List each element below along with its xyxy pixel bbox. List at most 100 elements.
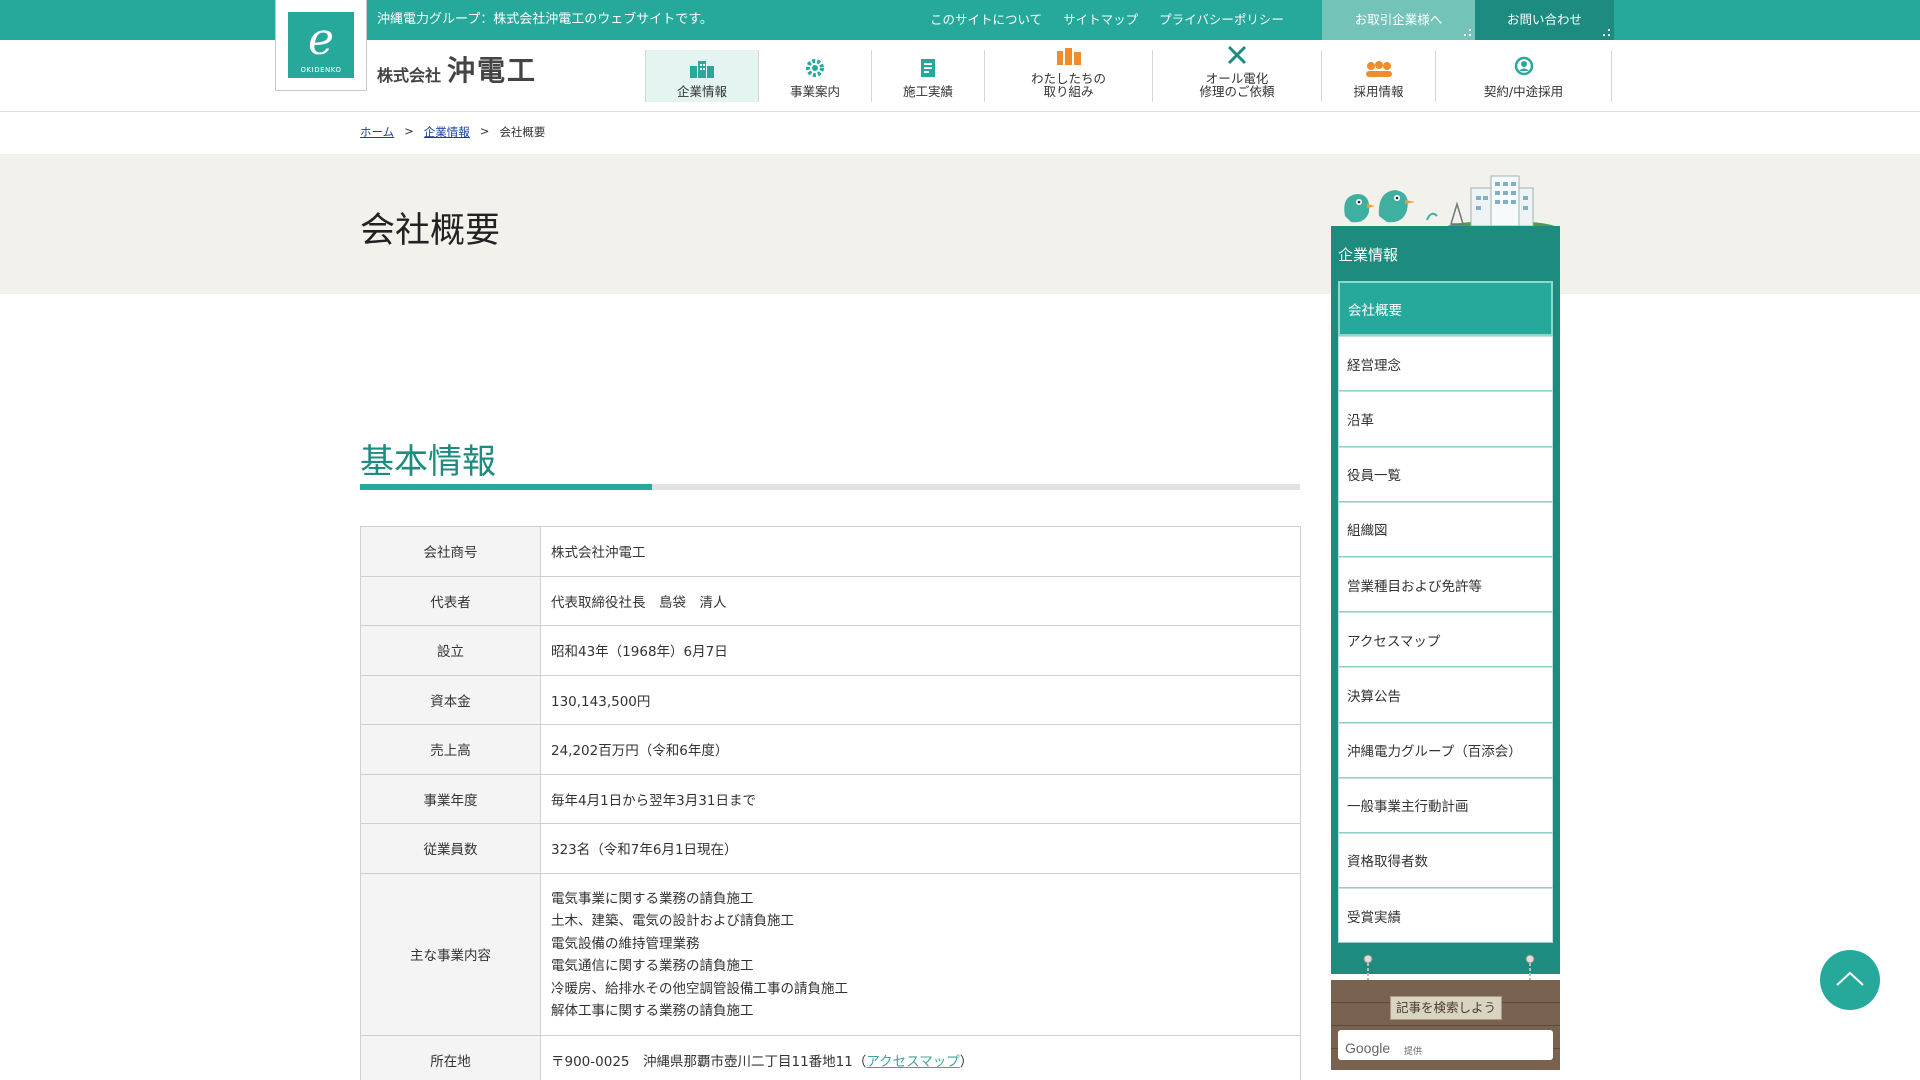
address-close: ）	[959, 1053, 974, 1070]
nav-works[interactable]: 施工実績	[872, 50, 985, 102]
search-input[interactable]: Google 提供	[1338, 1030, 1553, 1060]
nav-repair-request[interactable]: オール電化 修理のご依頼	[1153, 45, 1322, 102]
tools-icon	[1227, 45, 1247, 70]
nav-initiatives[interactable]: わたしたちの 取り組み	[985, 47, 1153, 102]
sidebar-item-action-plan[interactable]: 一般事業主行動計画	[1338, 777, 1553, 833]
nav-label: 事業案内	[789, 84, 840, 99]
row-label: 売上高	[360, 724, 541, 775]
sidebar-item-group[interactable]: 沖縄電力グループ（百添会）	[1338, 722, 1553, 778]
logo[interactable]: e OKIDENKO	[275, 0, 367, 91]
back-to-top-button[interactable]	[1820, 950, 1880, 1010]
about-site-link[interactable]: このサイトについて	[930, 0, 1042, 40]
top-links: このサイトについて サイトマップ プライバシーポリシー	[930, 0, 1284, 40]
row-value: 毎年4月1日から翌年3月31日まで	[540, 773, 1301, 824]
table-row: 設立 昭和43年（1968年）6月7日	[360, 625, 1301, 676]
row-value: 昭和43年（1968年）6月7日	[540, 625, 1301, 676]
title-band: 会社概要	[0, 154, 1920, 294]
business-line: 冷暖房、給排水その他空調管設備工事の請負施工	[551, 980, 848, 997]
sidebar-item-org-chart[interactable]: 組織図	[1338, 501, 1553, 557]
brand-name[interactable]: 株式会社 沖電工	[377, 56, 537, 86]
row-label: 資本金	[360, 674, 541, 725]
brand-main: 沖電工	[447, 54, 538, 87]
breadcrumb-separator: >	[404, 124, 414, 138]
search-board: 記事を検索しよう Google 提供	[1331, 980, 1560, 1070]
sidebar-item-access-map[interactable]: アクセスマップ	[1338, 612, 1553, 668]
birds-building-illustration-icon	[1344, 175, 1557, 234]
sidebar: 企業情報 会社概要 経営理念 沿革 役員一覧 組織図 営業種目および免許等 アク…	[1331, 226, 1560, 1000]
partner-button-label: お取引企業様へ	[1354, 12, 1443, 27]
table-row-business: 主な事業内容 電気事業に関する業務の請負施工 土木、建築、電気の設計および請負施…	[360, 872, 1301, 1036]
business-line: 電気事業に関する業務の請負施工	[551, 890, 754, 907]
corner-mark-icon	[1603, 29, 1610, 36]
section-underline	[360, 484, 1300, 490]
row-value: 代表取締役社長 島袋 清人	[540, 575, 1301, 626]
row-value: 24,202百万円（令和6年度）	[540, 724, 1301, 775]
sidebar-item-company-overview[interactable]: 会社概要	[1338, 281, 1553, 337]
group-icon	[1364, 60, 1394, 83]
table-row: 従業員数 323名（令和7年6月1日現在）	[360, 823, 1301, 874]
sidebar-item-awards[interactable]: 受賞実績	[1338, 888, 1553, 944]
sitemap-link[interactable]: サイトマップ	[1063, 0, 1138, 40]
table-row-address: 所在地 〒900-0025 沖縄県那覇市壺川二丁目11番地11（アクセスマップ）	[360, 1034, 1301, 1080]
sidebar-item-officers[interactable]: 役員一覧	[1338, 446, 1553, 502]
row-value: 323名（令和7年6月1日現在）	[540, 823, 1301, 874]
sidebar-item-philosophy[interactable]: 経営理念	[1338, 336, 1553, 392]
people-icon	[1055, 47, 1083, 70]
row-label: 会社商号	[360, 526, 541, 577]
row-label: 所在地	[360, 1034, 541, 1080]
breadcrumb: ホーム > 企業情報 > 会社概要	[360, 124, 545, 140]
search-sign: 記事を検索しよう	[1390, 996, 1502, 1020]
business-line: 解体工事に関する業務の請負施工	[551, 1003, 754, 1019]
table-row: 会社商号 株式会社沖電工	[360, 526, 1301, 577]
google-logo: Google	[1345, 1040, 1391, 1056]
business-line: 電気設備の維持管理業務	[551, 935, 700, 952]
row-label: 主な事業内容	[360, 872, 541, 1036]
privacy-policy-link[interactable]: プライバシーポリシー	[1159, 0, 1284, 40]
nav-midcareer[interactable]: 契約/中途採用	[1436, 50, 1612, 102]
nav-label: わたしたちの 取り組み	[1030, 71, 1106, 99]
breadcrumb-current: 会社概要	[499, 125, 546, 139]
contact-button-label: お問い合わせ	[1506, 12, 1582, 27]
row-value: 株式会社沖電工	[540, 526, 1301, 577]
nav-label: 企業情報	[676, 84, 727, 99]
table-row: 資本金 130,143,500円	[360, 674, 1301, 725]
contact-button[interactable]: お問い合わせ	[1475, 0, 1614, 40]
site-tagline: 沖縄電力グループ：株式会社沖電工のウェブサイトです。	[377, 12, 713, 27]
row-value: 130,143,500円	[540, 674, 1301, 725]
sidebar-item-financial-notice[interactable]: 決算公告	[1338, 667, 1553, 723]
sidebar-item-history[interactable]: 沿革	[1338, 391, 1553, 447]
row-label: 代表者	[360, 575, 541, 626]
business-line: 土木、建築、電気の設計および請負施工	[551, 913, 794, 929]
row-label: 事業年度	[360, 773, 541, 824]
page-title: 会社概要	[360, 211, 501, 251]
row-value-business: 電気事業に関する業務の請負施工 土木、建築、電気の設計および請負施工 電気設備の…	[540, 872, 1301, 1036]
company-info-table: 会社商号 株式会社沖電工 代表者 代表取締役社長 島袋 清人 設立 昭和43年（…	[360, 526, 1301, 1080]
table-row: 売上高 24,202百万円（令和6年度）	[360, 724, 1301, 775]
nav-company-info[interactable]: 企業情報	[645, 50, 759, 102]
breadcrumb-separator: >	[479, 124, 490, 138]
nav-label: 施工実績	[902, 84, 953, 99]
row-label: 設立	[360, 625, 541, 676]
nav-business[interactable]: 事業案内	[759, 50, 872, 102]
section-title: 基本情報	[360, 442, 496, 482]
sidebar-title: 企業情報	[1338, 246, 1399, 264]
logo-sub: OKIDENKO	[300, 66, 342, 74]
sidebar-item-licenses[interactable]: 営業種目および免許等	[1338, 556, 1553, 613]
sidebar-menu: 会社概要 経営理念 沿革 役員一覧 組織図 営業種目および免許等 アクセスマップ…	[1338, 281, 1553, 944]
nav-recruit[interactable]: 採用情報	[1322, 50, 1436, 102]
address-text: 〒900-0025 沖縄県那覇市壺川二丁目11番地11（	[551, 1053, 867, 1070]
person-search-icon	[1513, 56, 1535, 83]
building-icon	[689, 60, 715, 83]
breadcrumb-home[interactable]: ホーム	[360, 124, 394, 140]
partner-button[interactable]: お取引企業様へ	[1322, 0, 1475, 40]
document-icon	[920, 58, 936, 83]
brand-prefix: 株式会社	[377, 66, 442, 85]
logo-mark-icon: e OKIDENKO	[288, 12, 354, 78]
breadcrumb-company-info[interactable]: 企業情報	[424, 124, 470, 140]
sidebar-item-qualifications[interactable]: 資格取得者数	[1338, 832, 1553, 889]
access-map-link[interactable]: アクセスマップ	[866, 1054, 959, 1070]
row-value-address: 〒900-0025 沖縄県那覇市壺川二丁目11番地11（アクセスマップ）	[540, 1034, 1301, 1080]
nav-label: 契約/中途採用	[1483, 84, 1564, 99]
row-label: 従業員数	[360, 823, 541, 874]
table-row: 代表者 代表取締役社長 島袋 清人	[360, 575, 1301, 626]
